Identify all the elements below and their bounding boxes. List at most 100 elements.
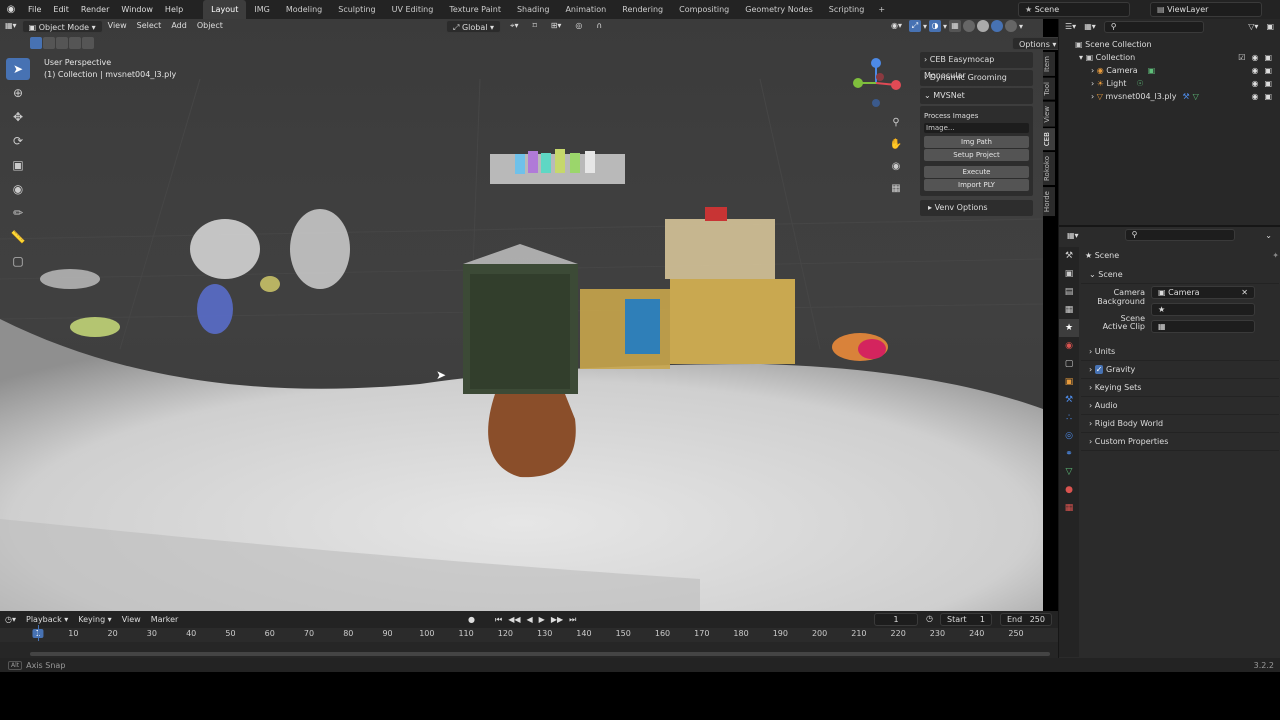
background-scene-field[interactable]: ★: [1151, 303, 1255, 316]
camera-render-icon[interactable]: ▣: [1264, 51, 1272, 64]
shading-chevron-down-icon[interactable]: ▾: [1019, 22, 1023, 31]
render-tab-icon[interactable]: ▣: [1059, 265, 1079, 283]
active-clip-field[interactable]: ▦: [1151, 320, 1255, 333]
scene-selector[interactable]: ★ Scene: [1018, 2, 1130, 17]
overlay-toggle-icon[interactable]: ◑: [929, 20, 942, 32]
venv-options-panel[interactable]: ▸ Venv Options: [920, 200, 1033, 216]
3d-viewport[interactable]: User Perspective (1) Collection | mvsnet…: [0, 19, 1043, 611]
menu-edit[interactable]: Edit: [47, 0, 75, 19]
select-extend-icon[interactable]: [43, 37, 55, 49]
options-dropdown[interactable]: Options ▾: [1012, 37, 1064, 50]
menu-timeline-view[interactable]: View: [117, 613, 146, 627]
zoom-icon[interactable]: ⚲: [888, 112, 904, 132]
select-invert-icon[interactable]: [69, 37, 81, 49]
tab-uv-editing[interactable]: UV Editing: [384, 0, 442, 19]
camera-render-icon[interactable]: ▣: [1264, 90, 1272, 103]
play-reverse-icon[interactable]: ◀: [527, 615, 533, 624]
gizmo-chevron-down-icon[interactable]: ▾: [923, 22, 927, 31]
xray-icon[interactable]: ▦: [949, 20, 962, 32]
menu-object[interactable]: Object: [192, 19, 228, 33]
tab-img[interactable]: IMG: [246, 0, 277, 19]
import-ply-button[interactable]: Import PLY: [924, 179, 1029, 191]
record-icon[interactable]: ●: [468, 615, 475, 624]
tab-scripting[interactable]: Scripting: [821, 0, 873, 19]
tab-rendering[interactable]: Rendering: [614, 0, 671, 19]
camera-render-icon[interactable]: ▣: [1264, 77, 1272, 90]
eye-icon[interactable]: ◉: [1251, 77, 1258, 90]
view-layer-tab-icon[interactable]: ▦: [1059, 301, 1079, 319]
tab-ceb[interactable]: CEB: [1043, 128, 1055, 151]
menu-file[interactable]: File: [22, 0, 47, 19]
menu-keying[interactable]: Keying ▾: [73, 613, 116, 627]
editor-type-icon[interactable]: ▦▾: [0, 19, 22, 33]
end-frame-field[interactable]: End 250: [1000, 613, 1052, 626]
scene-collection-row[interactable]: ▣ Scene Collection: [1075, 38, 1280, 51]
annotate-icon[interactable]: ✏: [6, 202, 30, 224]
tab-horde[interactable]: Horde: [1043, 187, 1055, 217]
img-path-button[interactable]: Img Path: [924, 136, 1029, 148]
rotate-icon[interactable]: ⟳: [6, 130, 30, 152]
filter-icon[interactable]: ▽▾: [1248, 22, 1258, 31]
gravity-panel[interactable]: › ✓ Gravity: [1081, 361, 1279, 379]
menu-add[interactable]: Add: [166, 19, 192, 33]
prev-keyframe-icon[interactable]: ◀◀: [508, 615, 520, 624]
properties-editor-icon[interactable]: ▦▾: [1067, 231, 1079, 240]
menu-select[interactable]: Select: [132, 19, 167, 33]
tab-layout[interactable]: Layout: [203, 0, 247, 19]
texture-tab-icon[interactable]: ▦: [1059, 499, 1079, 517]
panel-mvsnet[interactable]: ⌄ MVSNet: [920, 88, 1033, 104]
material-tab-icon[interactable]: ●: [1059, 481, 1079, 499]
measure-icon[interactable]: 📏: [6, 226, 30, 248]
physics-tab-icon[interactable]: ◎: [1059, 427, 1079, 445]
view-layer-selector[interactable]: ▤ ViewLayer: [1150, 2, 1262, 17]
clear-x-icon[interactable]: ✕: [1241, 287, 1248, 298]
tab-item[interactable]: Item: [1043, 52, 1055, 76]
outliner-item-light[interactable]: › ☀ Light ☉ ◉ ▣: [1075, 77, 1280, 90]
jump-end-icon[interactable]: ⏭: [569, 615, 576, 625]
menu-marker[interactable]: Marker: [146, 613, 184, 627]
object-tab-icon[interactable]: ▣: [1059, 373, 1079, 391]
eye-icon[interactable]: ◉: [1251, 51, 1258, 64]
new-collection-icon[interactable]: ▣: [1266, 22, 1274, 31]
execute-button[interactable]: Execute: [924, 166, 1029, 178]
tab-animation[interactable]: Animation: [557, 0, 614, 19]
snap-icon[interactable]: ⌑: [528, 19, 542, 33]
camera-property-field[interactable]: ▣ Camera ✕: [1151, 286, 1255, 299]
navigation-gizmo[interactable]: [850, 57, 902, 109]
proportional-edit-icon[interactable]: ◎: [570, 19, 587, 33]
menu-render[interactable]: Render: [75, 0, 115, 19]
camera-view-icon[interactable]: ◉: [888, 156, 904, 176]
tab-tool[interactable]: Tool: [1043, 77, 1055, 100]
falloff-icon[interactable]: ∩: [591, 19, 607, 33]
gravity-checkbox-icon[interactable]: ✓: [1094, 365, 1104, 374]
timeline-ruler[interactable]: 1102030405060708090100110120130140150160…: [0, 628, 1058, 642]
menu-window[interactable]: Window: [115, 0, 159, 19]
display-mode-icon[interactable]: ▦▾: [1084, 22, 1096, 31]
timeline-editor-icon[interactable]: ◷▾: [0, 613, 21, 627]
start-frame-field[interactable]: Start 1: [940, 613, 992, 626]
eye-icon[interactable]: ◉: [1251, 90, 1258, 103]
panel-ceb-easymocap[interactable]: › CEB Easymocap Monocular: [920, 52, 1033, 80]
tab-shading[interactable]: Shading: [509, 0, 558, 19]
properties-search-input[interactable]: ⚲: [1124, 229, 1235, 241]
collection-row[interactable]: ▾ ▣ Collection ☑ ◉ ▣: [1075, 51, 1280, 64]
outliner-editor-icon[interactable]: ☰▾: [1065, 22, 1076, 31]
chevron-down-icon[interactable]: ⌄: [1265, 231, 1272, 240]
rendered-shading-icon[interactable]: [1005, 20, 1018, 32]
scene-panel-header[interactable]: ⌄ Scene: [1081, 266, 1279, 284]
mode-dropdown[interactable]: ▣ Object Mode ▾: [21, 19, 103, 33]
blender-logo-icon[interactable]: ◉: [0, 0, 22, 19]
custom-properties-panel[interactable]: › Custom Properties: [1081, 433, 1279, 451]
output-tab-icon[interactable]: ▤: [1059, 283, 1079, 301]
add-workspace-icon[interactable]: +: [872, 5, 891, 14]
checkbox-icon[interactable]: ☑: [1238, 51, 1245, 64]
tab-rokoko[interactable]: Rokoko: [1043, 152, 1055, 186]
camera-render-icon[interactable]: ▣: [1264, 64, 1272, 77]
particles-tab-icon[interactable]: ∴: [1059, 409, 1079, 427]
constraints-tab-icon[interactable]: ⚭: [1059, 445, 1079, 463]
keying-sets-panel[interactable]: › Keying Sets: [1081, 379, 1279, 397]
menu-help[interactable]: Help: [159, 0, 189, 19]
play-icon[interactable]: ▶: [539, 615, 545, 624]
modifier-tab-icon[interactable]: ⚒: [1059, 391, 1079, 409]
outliner-item-camera[interactable]: › ◉ Camera ▣ ◉ ▣: [1075, 64, 1280, 77]
